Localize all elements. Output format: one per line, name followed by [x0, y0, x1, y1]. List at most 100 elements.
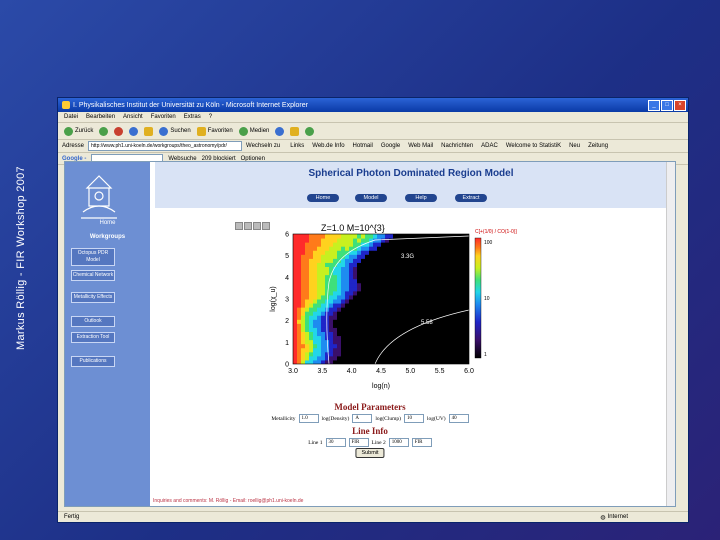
- media-button[interactable]: Medien: [238, 126, 269, 136]
- forward-arrow-icon[interactable]: [99, 126, 109, 136]
- heatmap-cell: [305, 311, 310, 316]
- stop-icon[interactable]: [114, 126, 124, 136]
- heatmap-cell: [389, 282, 394, 288]
- address-input[interactable]: http://www.ph1.uni-koeln.de/workgroups/t…: [88, 141, 243, 151]
- heatmap-cell: [309, 238, 314, 243]
- submit-button[interactable]: Submit: [355, 448, 385, 458]
- sidebar-item-extraction[interactable]: Extraction Tool: [71, 332, 115, 343]
- heatmap-cell: [417, 335, 422, 341]
- y-tick-label: 5: [285, 253, 289, 260]
- heatmap-cell: [417, 294, 422, 300]
- heatmap-cell: [321, 234, 326, 239]
- menu-extras[interactable]: Extras: [184, 114, 201, 120]
- link-statistik[interactable]: Welcome to StatistiK: [506, 143, 561, 149]
- link-webde[interactable]: Web.de Info: [312, 143, 344, 149]
- heatmap-cell: [317, 347, 322, 353]
- history-icon[interactable]: [275, 126, 285, 136]
- heatmap-cell: [381, 242, 386, 247]
- nav-extract-button[interactable]: Extract: [455, 194, 487, 202]
- back-button[interactable]: Zurück: [64, 126, 93, 136]
- heatmap-cell: [361, 254, 366, 259]
- institute-logo[interactable]: [73, 172, 125, 222]
- heatmap-cell: [417, 339, 422, 345]
- line1-unit-select[interactable]: FIR: [348, 438, 369, 447]
- go-button[interactable]: Wechseln zu: [246, 143, 280, 149]
- heatmap-cell: [321, 299, 326, 304]
- y-tick-label: 6: [285, 232, 289, 239]
- sidebar-item-outlook[interactable]: Outlook: [71, 316, 115, 327]
- link-adac[interactable]: ADAC: [481, 143, 498, 149]
- favorites-button[interactable]: Favoriten: [196, 126, 233, 136]
- heatmap-cell: [349, 307, 354, 312]
- link-news[interactable]: Nachrichten: [441, 143, 473, 149]
- print-icon[interactable]: [305, 126, 315, 136]
- heatmap-cell: [373, 242, 378, 247]
- close-button[interactable]: ×: [674, 99, 686, 111]
- heatmap-cell: [441, 311, 446, 316]
- clump-select[interactable]: 10: [403, 414, 424, 423]
- menu-help[interactable]: ?: [209, 114, 212, 120]
- heatmap-cell: [421, 335, 426, 341]
- heatmap-cell: [441, 262, 446, 267]
- mail-icon[interactable]: [290, 126, 300, 136]
- refresh-icon[interactable]: [129, 126, 139, 136]
- heatmap-cell: [433, 351, 438, 357]
- maximize-button[interactable]: □: [661, 99, 673, 111]
- heatmap-cell: [433, 286, 438, 292]
- heatmap-cell: [345, 238, 350, 243]
- line2-select[interactable]: 1000: [388, 438, 409, 447]
- heatmap-cell: [441, 335, 446, 341]
- heatmap-cell: [449, 323, 454, 328]
- heatmap-cell: [413, 238, 418, 243]
- sidebar-item-publications[interactable]: Publications: [71, 356, 115, 367]
- heatmap-cell: [321, 351, 326, 357]
- heatmap-cell: [397, 327, 402, 332]
- search-button[interactable]: Suchen: [159, 126, 191, 136]
- heatmap-cell: [341, 327, 346, 332]
- heatmap-cell: [417, 347, 422, 353]
- link-hotmail[interactable]: Hotmail: [353, 143, 373, 149]
- heatmap-cell: [461, 331, 466, 337]
- heatmap-cell: [425, 311, 430, 316]
- heatmap-cell: [393, 303, 398, 308]
- link-google[interactable]: Google: [381, 143, 400, 149]
- heatmap-cell: [437, 339, 442, 345]
- line1-select[interactable]: 30: [325, 438, 346, 447]
- line2-unit-select[interactable]: FIR: [411, 438, 432, 447]
- menu-favoriten[interactable]: Favoriten: [151, 114, 176, 120]
- heatmap-cell: [293, 331, 298, 337]
- nav-model-button[interactable]: Model: [355, 194, 387, 202]
- heatmap-cell: [309, 347, 314, 353]
- heatmap-cell: [333, 327, 338, 332]
- heatmap-cell: [333, 286, 338, 292]
- nav-help-button[interactable]: Help: [405, 194, 437, 202]
- menu-datei[interactable]: Datei: [64, 114, 78, 120]
- heatmap-cell: [389, 250, 394, 255]
- vertical-scrollbar[interactable]: [666, 162, 675, 506]
- menu-ansicht[interactable]: Ansicht: [123, 114, 143, 120]
- home-icon[interactable]: [144, 126, 154, 136]
- heatmap-cell: [365, 274, 370, 280]
- sidebar-item-octopus[interactable]: Octopus PDR Model: [71, 248, 115, 266]
- density-select[interactable]: A: [352, 414, 373, 423]
- heatmap-cell: [445, 266, 450, 272]
- footer-text[interactable]: Inquiries and comments: M. Röllig - Emai…: [153, 498, 303, 504]
- sidebar-item-metallicity[interactable]: Metallicity Effects: [71, 292, 115, 303]
- menu-bearbeiten[interactable]: Bearbeiten: [86, 114, 115, 120]
- link-neu[interactable]: Neu: [569, 143, 580, 149]
- heatmap-cell: [325, 323, 330, 328]
- link-webmail[interactable]: Web Mail: [408, 143, 433, 149]
- sidebar-item-chemical-network[interactable]: Chemical Network: [71, 270, 115, 281]
- heatmap-cell: [385, 286, 390, 292]
- link-zeitung[interactable]: Zeitung: [588, 143, 608, 149]
- heatmap-cell: [329, 347, 334, 353]
- uv-select[interactable]: 40: [448, 414, 469, 423]
- metallicity-select[interactable]: 1.0: [298, 414, 319, 423]
- menu-bar: Datei Bearbeiten Ansicht Favoriten Extra…: [58, 112, 688, 123]
- nav-home-button[interactable]: Home: [307, 194, 339, 202]
- heatmap-cell: [413, 299, 418, 304]
- heatmap-cell: [361, 282, 366, 288]
- heatmap-cell: [337, 299, 342, 304]
- heatmap-cell: [425, 343, 430, 349]
- minimize-button[interactable]: _: [648, 99, 660, 111]
